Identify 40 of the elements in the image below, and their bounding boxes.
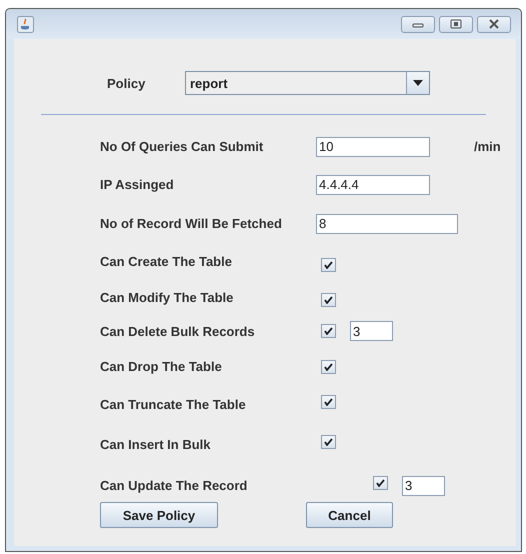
checkmark-icon bbox=[376, 479, 385, 487]
policy-dropdown[interactable]: report bbox=[185, 71, 430, 95]
checkmark-icon bbox=[324, 438, 333, 446]
checkmark-icon bbox=[324, 260, 333, 268]
checkbox[interactable] bbox=[321, 258, 336, 272]
field-label: No of Record Will Be Fetched bbox=[100, 216, 283, 231]
save-button[interactable]: Save Policy bbox=[100, 502, 218, 528]
field-label: Can Truncate The Table bbox=[100, 397, 247, 412]
field-label: No Of Queries Can Submit bbox=[100, 139, 264, 154]
cancel-button[interactable]: Cancel bbox=[306, 502, 393, 528]
close-button[interactable] bbox=[477, 16, 511, 32]
count-field[interactable]: 3 bbox=[350, 321, 393, 341]
caret-icon bbox=[413, 80, 423, 86]
text-field[interactable]: 4.4.4.4 bbox=[316, 174, 430, 194]
checkmark-icon bbox=[324, 362, 333, 370]
text-field[interactable]: 8 bbox=[316, 214, 458, 234]
unit-label: /min bbox=[474, 139, 501, 154]
checkmark-icon bbox=[324, 398, 333, 406]
checkbox[interactable] bbox=[321, 360, 336, 374]
checkmark-icon bbox=[324, 327, 333, 335]
field-label: Can Modify The Table bbox=[100, 290, 234, 304]
checkbox[interactable] bbox=[321, 395, 336, 409]
maximize-button[interactable] bbox=[439, 16, 473, 32]
field-label: Can Create The Table bbox=[100, 254, 233, 269]
text-field[interactable]: 10 bbox=[316, 136, 430, 156]
app-icon bbox=[17, 16, 34, 32]
checkbox[interactable] bbox=[321, 324, 336, 338]
policy-label: Policy bbox=[107, 76, 146, 90]
checkbox[interactable] bbox=[373, 476, 388, 490]
field-label: Can Insert In Bulk bbox=[100, 437, 212, 452]
field-label: Can Drop The Table bbox=[100, 359, 223, 374]
checkbox[interactable] bbox=[321, 293, 336, 307]
field-label: IP Assinged bbox=[100, 177, 175, 192]
count-field[interactable]: 3 bbox=[402, 476, 445, 496]
maximize-icon bbox=[448, 18, 464, 30]
checkbox[interactable] bbox=[321, 435, 336, 449]
checkmark-icon bbox=[324, 296, 333, 304]
field-label: Can Update The Record bbox=[100, 478, 248, 493]
minimize-button[interactable] bbox=[401, 16, 435, 32]
field-label: Can Delete Bulk Records bbox=[100, 324, 256, 338]
